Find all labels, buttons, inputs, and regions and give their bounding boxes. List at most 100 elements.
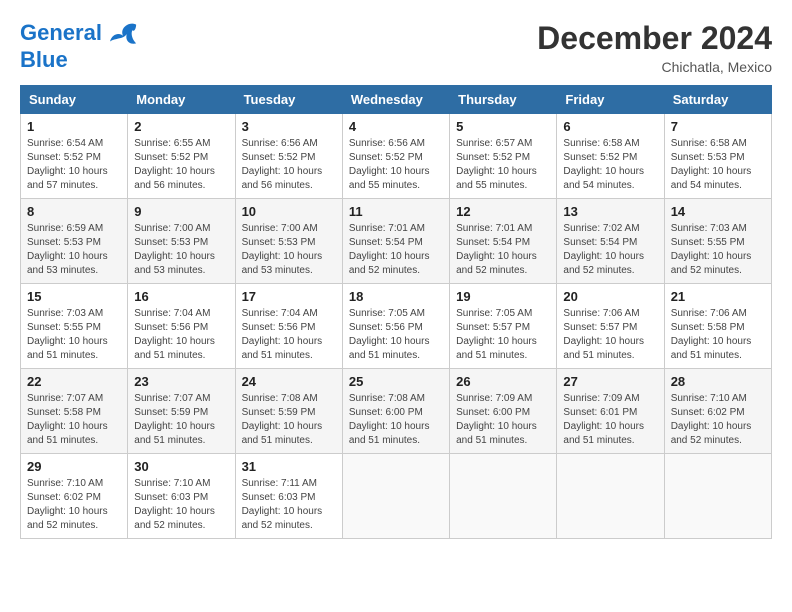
day-info: Sunrise: 6:55 AM Sunset: 5:52 PM Dayligh… [134,137,228,193]
day-info: Sunrise: 6:57 AM Sunset: 5:52 PM Dayligh… [456,137,550,193]
logo-bird-icon [110,20,138,48]
calendar-cell: 31 Sunrise: 7:11 AM Sunset: 6:03 PM Dayli… [235,454,342,539]
day-info: Sunrise: 7:02 AM Sunset: 5:54 PM Dayligh… [563,222,657,278]
calendar-cell: 26Sunrise: 7:09 AM Sunset: 6:00 PM Dayli… [450,369,557,454]
day-info: Sunrise: 7:09 AM Sunset: 6:01 PM Dayligh… [563,392,657,448]
day-info: Sunrise: 7:03 AM Sunset: 5:55 PM Dayligh… [27,307,121,363]
day-info: Sunrise: 7:08 AM Sunset: 5:59 PM Dayligh… [242,392,336,448]
day-number: 19 [456,289,550,304]
day-info: Sunrise: 7:04 AM Sunset: 5:56 PM Dayligh… [242,307,336,363]
calendar-cell: 17 Sunrise: 7:04 AM Sunset: 5:56 PM Dayli… [235,284,342,369]
day-info: Sunrise: 7:07 AM Sunset: 5:58 PM Dayligh… [27,392,121,448]
day-number: 29 [27,459,121,474]
weekday-header-sunday: Sunday [21,86,128,114]
weekday-header-friday: Friday [557,86,664,114]
calendar-cell: 8 Sunrise: 6:59 AM Sunset: 5:53 PM Daylig… [21,199,128,284]
day-info: Sunrise: 7:10 AM Sunset: 6:02 PM Dayligh… [27,477,121,533]
title-block: December 2024 Chichatla, Mexico [537,20,772,75]
day-number: 6 [563,119,657,134]
day-info: Sunrise: 6:58 AM Sunset: 5:52 PM Dayligh… [563,137,657,193]
day-number: 30 [134,459,228,474]
calendar-cell: 13 Sunrise: 7:02 AM Sunset: 5:54 PM Dayli… [557,199,664,284]
day-number: 24 [242,374,336,389]
day-number: 25 [349,374,443,389]
calendar-cell: 9 Sunrise: 7:00 AM Sunset: 5:53 PM Daylig… [128,199,235,284]
calendar-cell: 20 Sunrise: 7:06 AM Sunset: 5:57 PM Dayli… [557,284,664,369]
day-number: 8 [27,204,121,219]
day-number: 31 [242,459,336,474]
weekday-header-tuesday: Tuesday [235,86,342,114]
calendar-cell: 10Sunrise: 7:00 AM Sunset: 5:53 PM Dayli… [235,199,342,284]
calendar-cell: 25 Sunrise: 7:08 AM Sunset: 6:00 PM Dayli… [342,369,449,454]
day-info: Sunrise: 7:09 AM Sunset: 6:00 PM Dayligh… [456,392,550,448]
calendar-header: SundayMondayTuesdayWednesdayThursdayFrid… [21,86,772,114]
calendar-cell: 14Sunrise: 7:03 AM Sunset: 5:55 PM Dayli… [664,199,771,284]
day-info: Sunrise: 7:05 AM Sunset: 5:56 PM Dayligh… [349,307,443,363]
day-number: 13 [563,204,657,219]
day-number: 17 [242,289,336,304]
day-number: 14 [671,204,765,219]
day-info: Sunrise: 7:11 AM Sunset: 6:03 PM Dayligh… [242,477,336,533]
day-info: Sunrise: 7:08 AM Sunset: 6:00 PM Dayligh… [349,392,443,448]
calendar-cell: 29 Sunrise: 7:10 AM Sunset: 6:02 PM Dayli… [21,454,128,539]
day-info: Sunrise: 7:10 AM Sunset: 6:03 PM Dayligh… [134,477,228,533]
day-number: 9 [134,204,228,219]
calendar-cell: 30 Sunrise: 7:10 AM Sunset: 6:03 PM Dayli… [128,454,235,539]
calendar-cell [664,454,771,539]
day-number: 20 [563,289,657,304]
calendar-cell: 27 Sunrise: 7:09 AM Sunset: 6:01 PM Dayli… [557,369,664,454]
day-info: Sunrise: 7:00 AM Sunset: 5:53 PM Dayligh… [134,222,228,278]
day-info: Sunrise: 6:59 AM Sunset: 5:53 PM Dayligh… [27,222,121,278]
day-number: 5 [456,119,550,134]
day-number: 2 [134,119,228,134]
calendar-table: SundayMondayTuesdayWednesdayThursdayFrid… [20,85,772,539]
day-number: 27 [563,374,657,389]
logo-line2: Blue [20,48,138,72]
day-number: 4 [349,119,443,134]
calendar-body: 1Sunrise: 6:54 AM Sunset: 5:52 PM Daylig… [21,114,772,539]
day-info: Sunrise: 7:01 AM Sunset: 5:54 PM Dayligh… [456,222,550,278]
day-info: Sunrise: 6:56 AM Sunset: 5:52 PM Dayligh… [349,137,443,193]
calendar-cell: 1Sunrise: 6:54 AM Sunset: 5:52 PM Daylig… [21,114,128,199]
day-number: 10 [242,204,336,219]
calendar-cell: 16 Sunrise: 7:04 AM Sunset: 5:56 PM Dayli… [128,284,235,369]
calendar-cell [342,454,449,539]
day-number: 15 [27,289,121,304]
day-info: Sunrise: 7:06 AM Sunset: 5:57 PM Dayligh… [563,307,657,363]
logo-text: General [20,20,138,48]
calendar-cell: 2 Sunrise: 6:55 AM Sunset: 5:52 PM Daylig… [128,114,235,199]
calendar-week-row: 29 Sunrise: 7:10 AM Sunset: 6:02 PM Dayli… [21,454,772,539]
calendar-cell: 5 Sunrise: 6:57 AM Sunset: 5:52 PM Daylig… [450,114,557,199]
logo: General Blue [20,20,138,72]
day-number: 7 [671,119,765,134]
subtitle: Chichatla, Mexico [537,59,772,75]
calendar-week-row: 15 Sunrise: 7:03 AM Sunset: 5:55 PM Dayli… [21,284,772,369]
day-info: Sunrise: 7:05 AM Sunset: 5:57 PM Dayligh… [456,307,550,363]
day-info: Sunrise: 7:06 AM Sunset: 5:58 PM Dayligh… [671,307,765,363]
day-info: Sunrise: 7:10 AM Sunset: 6:02 PM Dayligh… [671,392,765,448]
day-info: Sunrise: 6:56 AM Sunset: 5:52 PM Dayligh… [242,137,336,193]
calendar-cell: 18Sunrise: 7:05 AM Sunset: 5:56 PM Dayli… [342,284,449,369]
calendar-cell [557,454,664,539]
calendar-cell: 24 Sunrise: 7:08 AM Sunset: 5:59 PM Dayli… [235,369,342,454]
calendar-cell: 22Sunrise: 7:07 AM Sunset: 5:58 PM Dayli… [21,369,128,454]
calendar-cell: 7 Sunrise: 6:58 AM Sunset: 5:53 PM Daylig… [664,114,771,199]
calendar-cell: 3Sunrise: 6:56 AM Sunset: 5:52 PM Daylig… [235,114,342,199]
page-header: General Blue December 2024 Chichatla, Me… [20,20,772,75]
calendar-week-row: 22Sunrise: 7:07 AM Sunset: 5:58 PM Dayli… [21,369,772,454]
day-info: Sunrise: 7:01 AM Sunset: 5:54 PM Dayligh… [349,222,443,278]
calendar-cell: 4 Sunrise: 6:56 AM Sunset: 5:52 PM Daylig… [342,114,449,199]
weekday-header-row: SundayMondayTuesdayWednesdayThursdayFrid… [21,86,772,114]
calendar-cell: 19 Sunrise: 7:05 AM Sunset: 5:57 PM Dayli… [450,284,557,369]
day-number: 23 [134,374,228,389]
calendar-week-row: 8 Sunrise: 6:59 AM Sunset: 5:53 PM Daylig… [21,199,772,284]
calendar-cell: 23Sunrise: 7:07 AM Sunset: 5:59 PM Dayli… [128,369,235,454]
day-number: 1 [27,119,121,134]
day-info: Sunrise: 7:04 AM Sunset: 5:56 PM Dayligh… [134,307,228,363]
day-number: 11 [349,204,443,219]
day-info: Sunrise: 6:58 AM Sunset: 5:53 PM Dayligh… [671,137,765,193]
day-number: 16 [134,289,228,304]
calendar-week-row: 1Sunrise: 6:54 AM Sunset: 5:52 PM Daylig… [21,114,772,199]
calendar-cell: 11 Sunrise: 7:01 AM Sunset: 5:54 PM Dayli… [342,199,449,284]
day-number: 28 [671,374,765,389]
